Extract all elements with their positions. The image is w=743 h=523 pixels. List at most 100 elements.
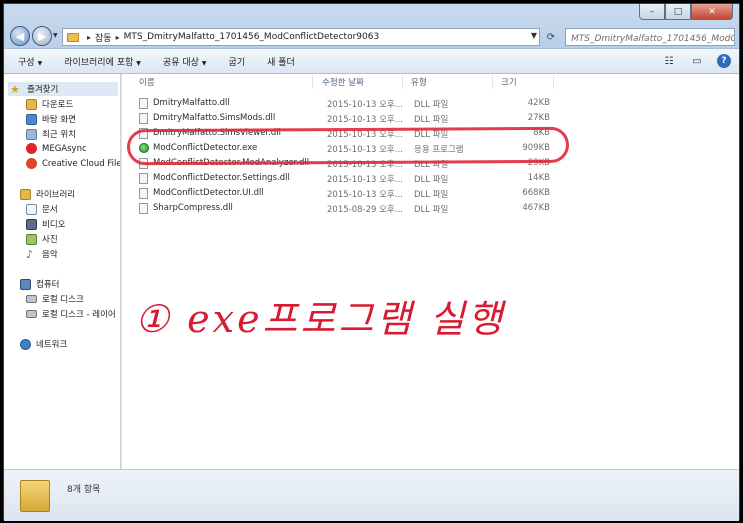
chevron-down-icon: ▼ <box>201 59 207 67</box>
arrow-right-icon: ▶ <box>37 29 47 43</box>
address-bar[interactable]: ▸ 잡동 ▸ MTS_DmitryMalfatto_1701456_ModCon… <box>62 28 540 46</box>
file-date: 2015-10-13 오후... <box>327 190 403 200</box>
breadcrumb-separator[interactable]: ▸ <box>87 33 91 42</box>
new-folder-button[interactable]: 새 폴더 <box>267 55 295 68</box>
chevron-down-icon: ▼ <box>136 59 141 67</box>
maximize-button[interactable]: □ <box>665 4 691 20</box>
refresh-icon: ⟳ <box>546 31 556 43</box>
music-icon: ♪ <box>26 247 34 261</box>
file-date: 2015-10-13 오후... <box>327 100 403 110</box>
nav-desktop[interactable]: 바탕 화면 <box>26 113 76 125</box>
minimize-button[interactable]: – <box>639 4 665 20</box>
nav-label: 로컬 디스크 - 레이어 <box>42 310 116 320</box>
nav-favorites[interactable]: ★ 즐겨찾기 <box>10 82 59 96</box>
file-row[interactable]: SharpCompress.dll 2015-08-29 오후... DLL 파… <box>122 201 582 216</box>
search-input[interactable]: MTS_DmitryMalfatto_1701456_ModConflictDe… <box>565 28 735 46</box>
nav-computer[interactable]: 컴퓨터 <box>20 278 59 290</box>
documents-icon <box>26 203 37 215</box>
view-grid-icon: ☷ <box>664 55 674 67</box>
desktop-icon <box>26 113 37 125</box>
megasync-icon <box>26 143 37 154</box>
creative-cloud-icon <box>26 158 37 169</box>
column-divider[interactable] <box>402 75 403 89</box>
network-icon <box>20 338 31 350</box>
nav-recent-places[interactable]: 최근 위치 <box>26 128 76 140</box>
file-size: 668KB <box>522 188 550 198</box>
arrow-left-icon: ◀ <box>15 29 25 43</box>
file-type: DLL 파일 <box>414 190 449 200</box>
title-bar: – □ ✕ ◀ ▶ ▼ ▸ 잡동 ▸ MTS_DmitryMalfatto_17… <box>4 4 739 48</box>
nav-local-disk-1[interactable]: 로컬 디스크 <box>26 293 84 305</box>
burn-button[interactable]: 굽기 <box>229 55 246 68</box>
menu-label: 공유 대상 <box>162 57 199 68</box>
nav-label: 즐겨찾기 <box>27 85 59 95</box>
file-name: DmitryMalfatto.SimsMods.dll <box>153 113 276 123</box>
forward-button[interactable]: ▶ <box>32 26 52 46</box>
nav-local-disk-2[interactable]: 로컬 디스크 - 레이어 <box>26 308 116 320</box>
file-row[interactable]: ModConflictDetector.UI.dll 2015-10-13 오후… <box>122 186 582 201</box>
back-button[interactable]: ◀ <box>10 26 30 46</box>
nav-libraries[interactable]: 라이브러리 <box>20 188 75 200</box>
nav-pictures[interactable]: 사진 <box>26 233 58 245</box>
recent-pages-dropdown[interactable]: ▼ <box>53 32 58 39</box>
dll-file-icon <box>139 203 148 214</box>
dll-file-icon <box>139 98 148 109</box>
breadcrumb-separator[interactable]: ▸ <box>116 33 120 42</box>
column-divider[interactable] <box>492 75 493 89</box>
computer-icon <box>20 278 31 290</box>
column-header-date[interactable]: 수정한 날짜 <box>322 74 364 90</box>
column-header-size[interactable]: 크기 <box>501 74 517 90</box>
nav-label: 바탕 화면 <box>42 115 76 125</box>
nav-creative-cloud[interactable]: Creative Cloud Files <box>26 158 120 169</box>
refresh-button[interactable]: ⟳ <box>542 29 560 45</box>
star-icon: ★ <box>10 82 20 96</box>
dll-file-icon <box>139 173 148 184</box>
breadcrumb-item[interactable]: 잡동 <box>95 31 112 44</box>
preview-pane-button[interactable]: ▭ <box>689 53 705 69</box>
view-options-button[interactable]: ☷ <box>661 53 677 69</box>
share-with-menu[interactable]: 공유 대상 ▼ <box>163 55 207 68</box>
file-size: 14KB <box>527 173 550 183</box>
file-type: DLL 파일 <box>414 115 449 125</box>
column-divider[interactable] <box>312 75 313 89</box>
nav-downloads[interactable]: 다운로드 <box>26 98 73 110</box>
file-name: DmitryMalfatto.dll <box>153 98 230 108</box>
file-row[interactable]: DmitryMalfatto.dll 2015-10-13 오후... DLL … <box>122 96 582 111</box>
file-row[interactable]: ModConflictDetector.Settings.dll 2015-10… <box>122 171 582 186</box>
menu-label: 라이브러리에 포함 <box>64 57 134 68</box>
help-button[interactable]: ? <box>717 54 731 68</box>
nav-label: 음악 <box>42 250 58 260</box>
nav-music[interactable]: ♪ 음악 <box>26 247 58 261</box>
navigation-pane: ★ 즐겨찾기 다운로드 바탕 화면 최근 위치 MEGAsync Creative… <box>4 74 121 469</box>
nav-videos[interactable]: 비디오 <box>26 218 65 230</box>
organize-menu[interactable]: 구성 ▼ <box>18 55 42 68</box>
nav-label: 문서 <box>42 205 58 215</box>
close-button[interactable]: ✕ <box>691 4 733 20</box>
library-icon <box>20 188 31 200</box>
column-header-name[interactable]: 이름 <box>139 74 155 90</box>
folder-icon <box>20 480 50 512</box>
nav-label: 컴퓨터 <box>36 280 60 290</box>
column-divider[interactable] <box>553 75 554 89</box>
annotation-text: ① exe프로그램 실행 <box>135 297 506 341</box>
nav-label: 라이브러리 <box>36 190 76 200</box>
videos-icon <box>26 218 37 230</box>
pictures-icon <box>26 233 37 245</box>
nav-network[interactable]: 네트워크 <box>20 338 67 350</box>
nav-megasync[interactable]: MEGAsync <box>26 143 87 154</box>
include-in-library-menu[interactable]: 라이브러리에 포함 ▼ <box>64 55 141 68</box>
nav-documents[interactable]: 문서 <box>26 203 58 215</box>
preview-pane-icon: ▭ <box>692 55 702 67</box>
command-bar: 구성 ▼ 라이브러리에 포함 ▼ 공유 대상 ▼ 굽기 새 폴더 ☷ ▭ ? <box>4 48 739 74</box>
nav-label: MEGAsync <box>42 143 87 154</box>
column-header-type[interactable]: 유형 <box>411 74 427 90</box>
nav-label: 비디오 <box>42 220 66 230</box>
address-dropdown-icon[interactable]: ▼ <box>531 31 537 40</box>
file-row[interactable]: DmitryMalfatto.SimsMods.dll 2015-10-13 오… <box>122 111 582 126</box>
breadcrumb-item-current[interactable]: MTS_DmitryMalfatto_1701456_ModConflictDe… <box>124 32 380 42</box>
highlight-ellipse <box>126 126 570 166</box>
menu-label: 구성 <box>18 57 35 68</box>
file-date: 2015-10-13 오후... <box>327 115 403 125</box>
nav-label: 사진 <box>42 235 58 245</box>
file-type: DLL 파일 <box>414 100 449 110</box>
